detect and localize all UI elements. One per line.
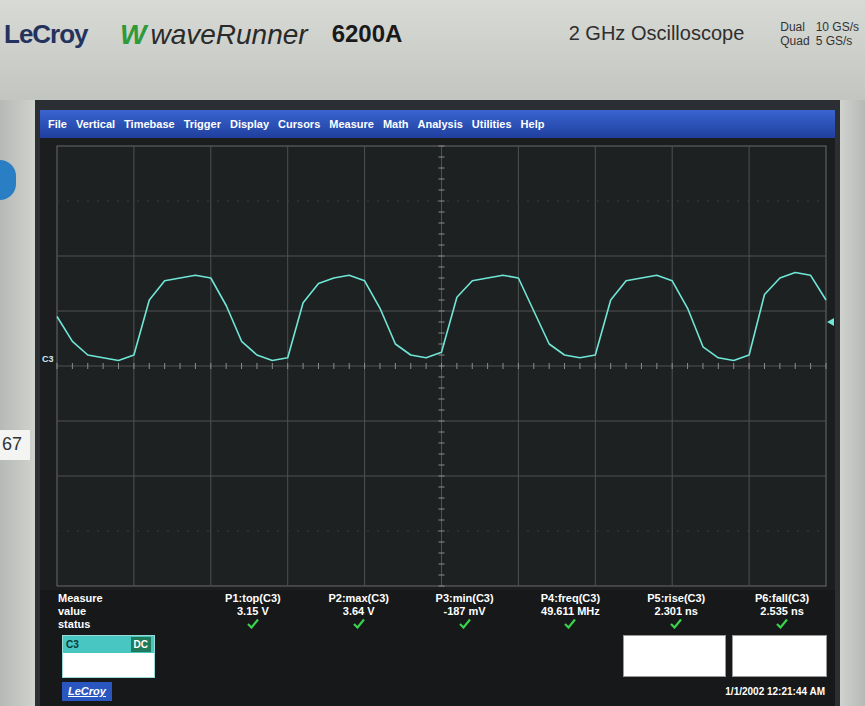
menu-item[interactable]: File [48,116,67,133]
menu-item[interactable]: Trigger [184,116,221,133]
descriptor-row: C3 DC [40,631,835,678]
waveform-trace [57,273,826,361]
channel-descriptor[interactable]: C3 DC [62,635,155,678]
measure-item[interactable]: P4:freq(C3)49.611 MHz [518,592,624,631]
sample-rates: Dual 10 GS/s Quad 5 GS/s [780,20,859,49]
trace-label: C3 [42,354,54,364]
measure-label: P3:min(C3) [412,592,518,605]
measure-item[interactable]: P6:fall(C3)2.535 ns [729,592,835,631]
rate-mode: Dual [780,20,809,34]
right-bezel [840,100,865,706]
channel-body [63,653,154,677]
status-bar: LeCroy 1/1/2002 12:21:44 AM [40,678,835,706]
measure-value: 49.611 MHz [518,605,624,618]
menu-item[interactable]: Timebase [124,116,175,133]
measure-value: 3.64 V [306,605,412,618]
menu-bar: File Vertical Timebase Trigger Display Cursor… [40,110,835,138]
measure-item[interactable]: P3:min(C3)-187 mV [412,592,518,631]
measure-headers: Measurevaluestatus [40,592,200,631]
model-number: 6200A [332,20,403,49]
check-icon [564,618,576,629]
measure-header: status [58,618,200,631]
measure-value: 2.301 ns [623,605,729,618]
channel-header: C3 DC [63,636,154,653]
measure-item[interactable]: P1:top(C3)3.15 V [200,592,306,631]
series-logo: W [120,20,146,51]
measure-value: -187 mV [412,605,518,618]
coupling-label: DC [131,637,151,652]
timestamp: 1/1/2002 12:21:44 AM [725,684,825,699]
waveform-plot[interactable]: C3 [40,138,835,590]
series-name: waveRunner [150,20,307,51]
measure-label: P1:top(C3) [200,592,306,605]
footer-logo: LeCroy [62,682,112,701]
rate-mode: Quad [780,34,809,48]
screen: File Vertical Timebase Trigger Display Cursor… [35,100,840,706]
bandwidth-label: 2 GHz Oscilloscope [569,20,745,46]
measure-header: value [58,605,200,618]
check-icon [776,618,788,629]
descriptor-box[interactable] [623,635,726,677]
front-panel: LeCroyWwaveRunner 6200A 2 GHz Oscilloscope… [0,0,865,100]
descriptor-box[interactable] [732,635,827,677]
rate-value: 5 GS/s [816,34,859,48]
check-icon [247,618,259,629]
menu-item[interactable]: Vertical [76,116,115,133]
rate-value: 10 GS/s [816,20,859,34]
check-icon [353,618,365,629]
menu-item[interactable]: Analysis [418,116,463,133]
measure-panel: MeasurevaluestatusP1:top(C3)3.15 VP2:max… [40,590,835,631]
menu-item[interactable]: Cursors [278,116,320,133]
menu-item[interactable]: Display [230,116,269,133]
trigger-marker-icon [827,318,834,326]
measure-header: Measure [58,592,200,605]
check-icon [670,618,682,629]
side-label: 67 [0,430,30,460]
measure-label: P2:max(C3) [306,592,412,605]
measure-item[interactable]: P2:max(C3)3.64 V [306,592,412,631]
measure-label: P6:fall(C3) [729,592,835,605]
channel-label: C3 [66,637,79,652]
brand-logo: LeCroy [4,20,114,50]
menu-item[interactable]: Utilities [472,116,512,133]
menu-item[interactable]: Math [383,116,409,133]
menu-item[interactable]: Help [521,116,545,133]
measure-label: P4:freq(C3) [518,592,624,605]
check-icon [459,618,471,629]
measure-item[interactable]: P5:rise(C3)2.301 ns [623,592,729,631]
measure-value: 3.15 V [200,605,306,618]
menu-item[interactable]: Measure [329,116,374,133]
measure-label: P5:rise(C3) [623,592,729,605]
left-bezel: 67 [0,100,35,706]
scope-body: 67 File Vertical Timebase Trigger Display Curs… [0,100,865,706]
measure-value: 2.535 ns [729,605,835,618]
knob-icon[interactable] [0,160,16,200]
